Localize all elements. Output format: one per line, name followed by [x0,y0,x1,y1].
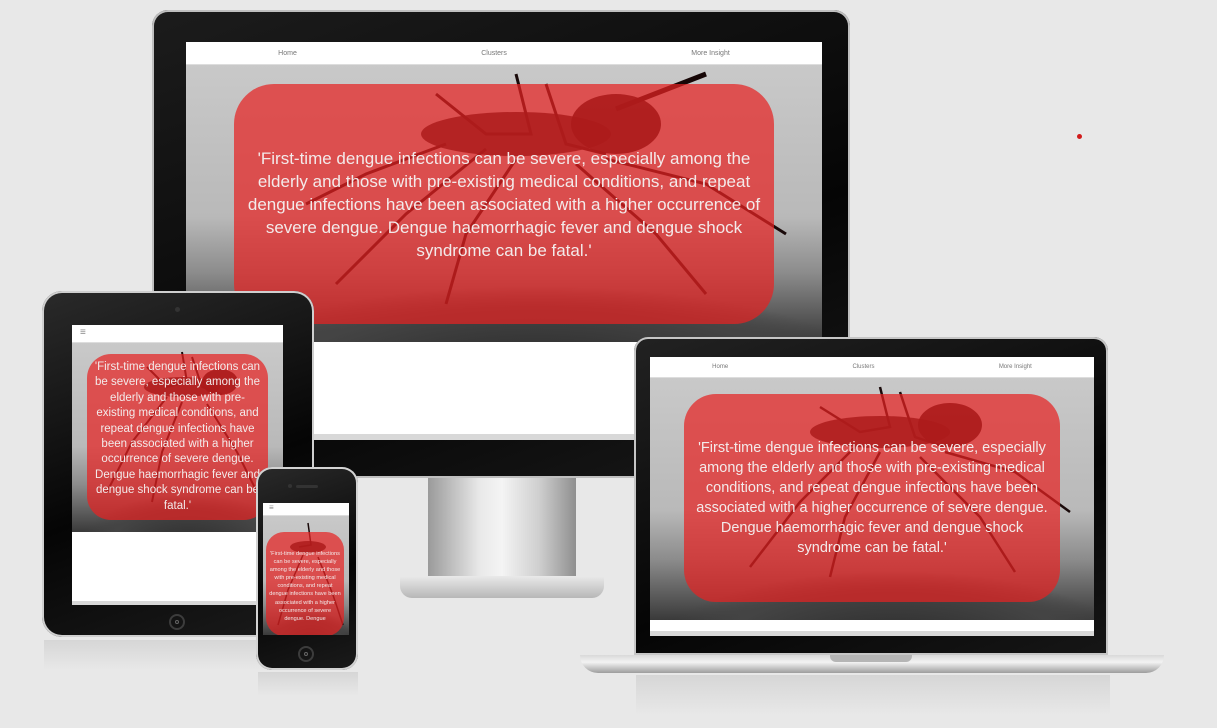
phone-reflection [258,672,358,696]
quote-text: 'First-time dengue infections can be sev… [696,440,1048,556]
phone-speaker [296,485,318,488]
desktop-base [400,576,604,598]
phone-quote-box: 'First-time dengue infections can be sev… [266,532,344,635]
accent-dot [1077,134,1082,139]
tablet-screen: ≡ 'First-time dengue infections can be s… [72,325,283,605]
quote-text: 'First-time dengue infections can be sev… [247,148,761,260]
laptop-navbar: Home Clusters More Insight [650,357,1094,378]
desktop-stand [428,478,576,588]
camera-icon [288,484,292,488]
desktop-navbar: Home Clusters More Insight [186,42,822,65]
phone-screen: ≡ 'First-time dengue infections can be s… [263,503,349,635]
menu-icon[interactable]: ≡ [269,503,274,513]
quote-text: 'First-time dengue infections can be sev… [269,551,341,622]
tablet-navbar: ≡ [72,325,283,343]
desktop-quote-box: 'First-time dengue infections can be sev… [234,84,774,324]
nav-home-link[interactable]: Home [278,50,297,57]
nav-home-link[interactable]: Home [712,364,728,370]
laptop-screen: Home Clusters More Insight 'First-time d… [650,357,1094,636]
nav-clusters-link[interactable]: Clusters [481,50,507,57]
nav-insight-link[interactable]: More Insight [691,50,730,57]
tablet-scrollbar[interactable] [72,601,283,605]
home-button-icon[interactable] [298,646,314,662]
laptop-reflection [636,675,1110,715]
laptop-scrollbar[interactable] [650,631,1094,636]
home-button-icon[interactable] [169,614,185,630]
menu-icon[interactable]: ≡ [80,327,86,339]
phone-navbar: ≡ [263,503,349,516]
laptop-quote-box: 'First-time dengue infections can be sev… [684,394,1060,602]
camera-icon [175,307,180,312]
nav-clusters-link[interactable]: Clusters [852,364,874,370]
tablet-quote-box: 'First-time dengue infections can be sev… [87,354,268,520]
quote-text: 'First-time dengue infections can be sev… [94,360,261,512]
nav-insight-link[interactable]: More Insight [999,364,1032,370]
laptop-notch [830,655,912,662]
